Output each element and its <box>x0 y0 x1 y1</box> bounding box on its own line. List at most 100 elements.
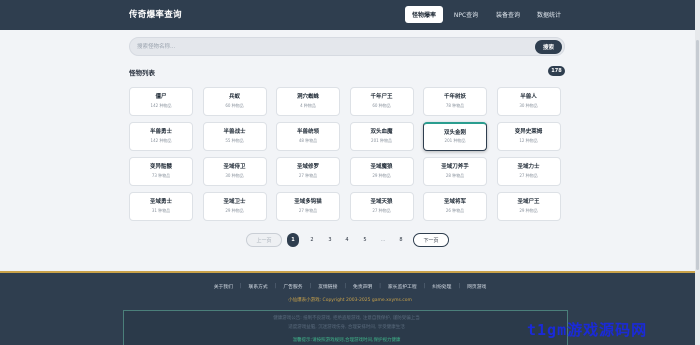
page-button-2[interactable]: 2 <box>306 233 318 247</box>
page-ellipsis: ... <box>380 237 386 243</box>
monster-card[interactable]: 圣域天狼 27 种物品 <box>349 192 414 221</box>
monster-card[interactable]: 圣域侍卫 30 种物品 <box>202 157 267 186</box>
monster-card[interactable]: 半兽统领 48 种物品 <box>276 122 340 151</box>
count-badge: 178 <box>548 66 565 76</box>
footer-links: 关于我们 | 联系方式 | 广告服务 | 友情链接 | 免责声明 | 家长监护工程 | 纠纷处理 | 网页游… <box>0 283 700 290</box>
monster-card[interactable]: 千年尸王 60 种物品 <box>349 87 414 116</box>
site-title[interactable]: 传奇爆率查询 <box>129 8 182 20</box>
footer-link[interactable]: 联系方式 <box>249 283 268 290</box>
footer-link[interactable]: 家长监护工程 <box>388 283 417 290</box>
monster-name: 千年树妖 <box>443 94 466 101</box>
pagination: 上一页 1 2 3 4 5 ... 8 下一页 <box>0 233 700 247</box>
page-button-last[interactable]: 8 <box>395 233 407 247</box>
monster-card[interactable]: 圣域卫士 29 种物品 <box>202 192 267 221</box>
monster-card[interactable]: 双头血魔 201 种物品 <box>349 122 414 151</box>
footer-separator: | <box>458 284 461 289</box>
item-count: 31 种物品 <box>151 207 171 213</box>
item-count: 60 种物品 <box>372 102 391 108</box>
nav-tab-npc[interactable]: NPC查询 <box>448 6 484 23</box>
footer-link[interactable]: 网页游戏 <box>467 283 486 290</box>
monster-name: 变异史莱姆 <box>514 129 543 136</box>
monster-card[interactable]: 圣域力士 27 种物品 <box>496 157 561 186</box>
item-count: 142 种物品 <box>150 137 172 143</box>
copyright: 小仙爆表小游戏: Copyright 2003-2025 game.xxyms.… <box>288 298 412 303</box>
item-count: 73 种物品 <box>151 172 171 178</box>
item-count: 201 种物品 <box>444 138 466 144</box>
item-count: 78 种物品 <box>445 102 465 108</box>
monster-card[interactable]: 半兽勇士 142 种物品 <box>129 122 193 151</box>
page-button-1[interactable]: 1 <box>287 233 299 247</box>
monster-card[interactable]: 圣域多钩猫 27 种物品 <box>276 192 340 221</box>
monster-card[interactable]: 圣域刀斧手 28 种物品 <box>423 157 487 186</box>
page-button-3[interactable]: 3 <box>324 233 336 247</box>
monster-card[interactable]: 变异骷髅 73 种物品 <box>129 157 193 186</box>
footer-link[interactable]: 关于我们 <box>214 283 233 290</box>
health-notice-box: 健康游戏公告: 抵制不良游戏, 拒绝盗版游戏, 注意自我保护, 谨防受骗上当 适… <box>123 310 568 345</box>
next-page-button[interactable]: 下一页 <box>413 233 449 247</box>
scrollbar-thumb[interactable] <box>696 40 699 270</box>
monster-name: 兵蚁 <box>228 94 240 101</box>
item-count: 55 种物品 <box>225 137 244 143</box>
item-count: 27 种物品 <box>372 207 391 213</box>
monster-card[interactable]: 半兽战士 55 种物品 <box>202 122 267 151</box>
prev-page-button[interactable]: 上一页 <box>246 233 282 247</box>
footer-separator: | <box>379 284 381 289</box>
item-count: 28 种物品 <box>445 172 465 178</box>
search-bar: 搜索 <box>129 37 565 56</box>
monster-name: 圣域卫士 <box>223 199 246 206</box>
item-count: 27 种物品 <box>298 172 318 178</box>
footer-separator: | <box>274 284 277 289</box>
nav-tab-monster-drops[interactable]: 怪物爆率 <box>405 6 443 23</box>
footer-separator: | <box>239 284 242 289</box>
monster-card[interactable]: 僵尸 142 种物品 <box>129 87 193 116</box>
monster-name: 圣域尸王 <box>517 199 540 206</box>
scrollbar[interactable] <box>695 0 700 345</box>
item-count: 29 种物品 <box>519 207 538 213</box>
nav-tab-equipment[interactable]: 装备查询 <box>490 6 526 23</box>
footer-link[interactable]: 免责声明 <box>353 283 372 290</box>
monster-card[interactable]: 千年树妖 78 种物品 <box>423 87 487 116</box>
item-count: 201 种物品 <box>371 137 392 143</box>
monster-name: 圣域力士 <box>517 164 540 171</box>
item-count: 30 种物品 <box>519 102 538 108</box>
search-button[interactable]: 搜索 <box>535 39 562 54</box>
footer-link[interactable]: 友情链接 <box>318 283 337 290</box>
item-count: 26 种物品 <box>445 207 465 213</box>
monster-card[interactable]: 变异史莱姆 12 种物品 <box>496 122 561 151</box>
item-count: 4 种物品 <box>300 102 316 108</box>
page-button-4[interactable]: 4 <box>341 233 353 247</box>
top-header: 传奇爆率查询 怪物爆率 NPC查询 装备查询 数据统计 <box>0 0 700 30</box>
footer-separator: | <box>344 284 347 289</box>
monster-name: 千年尸王 <box>370 94 393 101</box>
monster-card[interactable]: 圣域修罗 27 种物品 <box>276 157 340 186</box>
monster-card[interactable]: 洞穴蜘蛛 4 种物品 <box>276 87 340 116</box>
item-count: 27 种物品 <box>519 172 538 178</box>
monster-card[interactable]: 圣域勇士 31 种物品 <box>129 192 193 221</box>
monster-name: 圣域刀斧手 <box>441 164 469 171</box>
monster-name: 洞穴蜘蛛 <box>296 94 319 101</box>
search-input[interactable] <box>137 38 527 55</box>
nav-tab-stats[interactable]: 数据统计 <box>531 6 567 23</box>
footer-link[interactable]: 纠纷处理 <box>432 283 451 290</box>
watermark: t1gm游戏源码网 <box>527 321 648 339</box>
monster-card[interactable]: 圣域尸王 29 种物品 <box>496 192 561 221</box>
monster-name: 圣域侍卫 <box>223 164 246 171</box>
page-button-5[interactable]: 5 <box>359 233 371 247</box>
monster-name: 僵尸 <box>155 94 167 101</box>
footer-link[interactable]: 广告服务 <box>283 283 302 290</box>
monster-name: 半兽人 <box>520 94 537 101</box>
monster-card[interactable]: 兵蚁 60 种物品 <box>202 87 267 116</box>
item-count: 30 种物品 <box>225 172 244 178</box>
monster-name: 变异骷髅 <box>149 164 172 171</box>
item-count: 27 种物品 <box>298 207 318 213</box>
monster-name: 半兽统领 <box>296 129 319 136</box>
monster-card[interactable]: 双头金刚 201 种物品 <box>423 122 487 151</box>
monster-card[interactable]: 圣域魔狼 29 种物品 <box>349 157 414 186</box>
item-count: 29 种物品 <box>372 172 391 178</box>
monster-card[interactable]: 圣域将军 26 种物品 <box>423 192 487 221</box>
footer-separator: | <box>309 284 312 289</box>
monster-name: 圣域魔狼 <box>370 164 393 171</box>
monster-grid: 僵尸 142 种物品 兵蚁 60 种物品 洞穴蜘蛛 4 种物品 千年尸王 60 种物品 千年树妖… <box>129 87 566 221</box>
monster-card[interactable]: 半兽人 30 种物品 <box>496 87 561 116</box>
item-count: 60 种物品 <box>225 102 244 108</box>
